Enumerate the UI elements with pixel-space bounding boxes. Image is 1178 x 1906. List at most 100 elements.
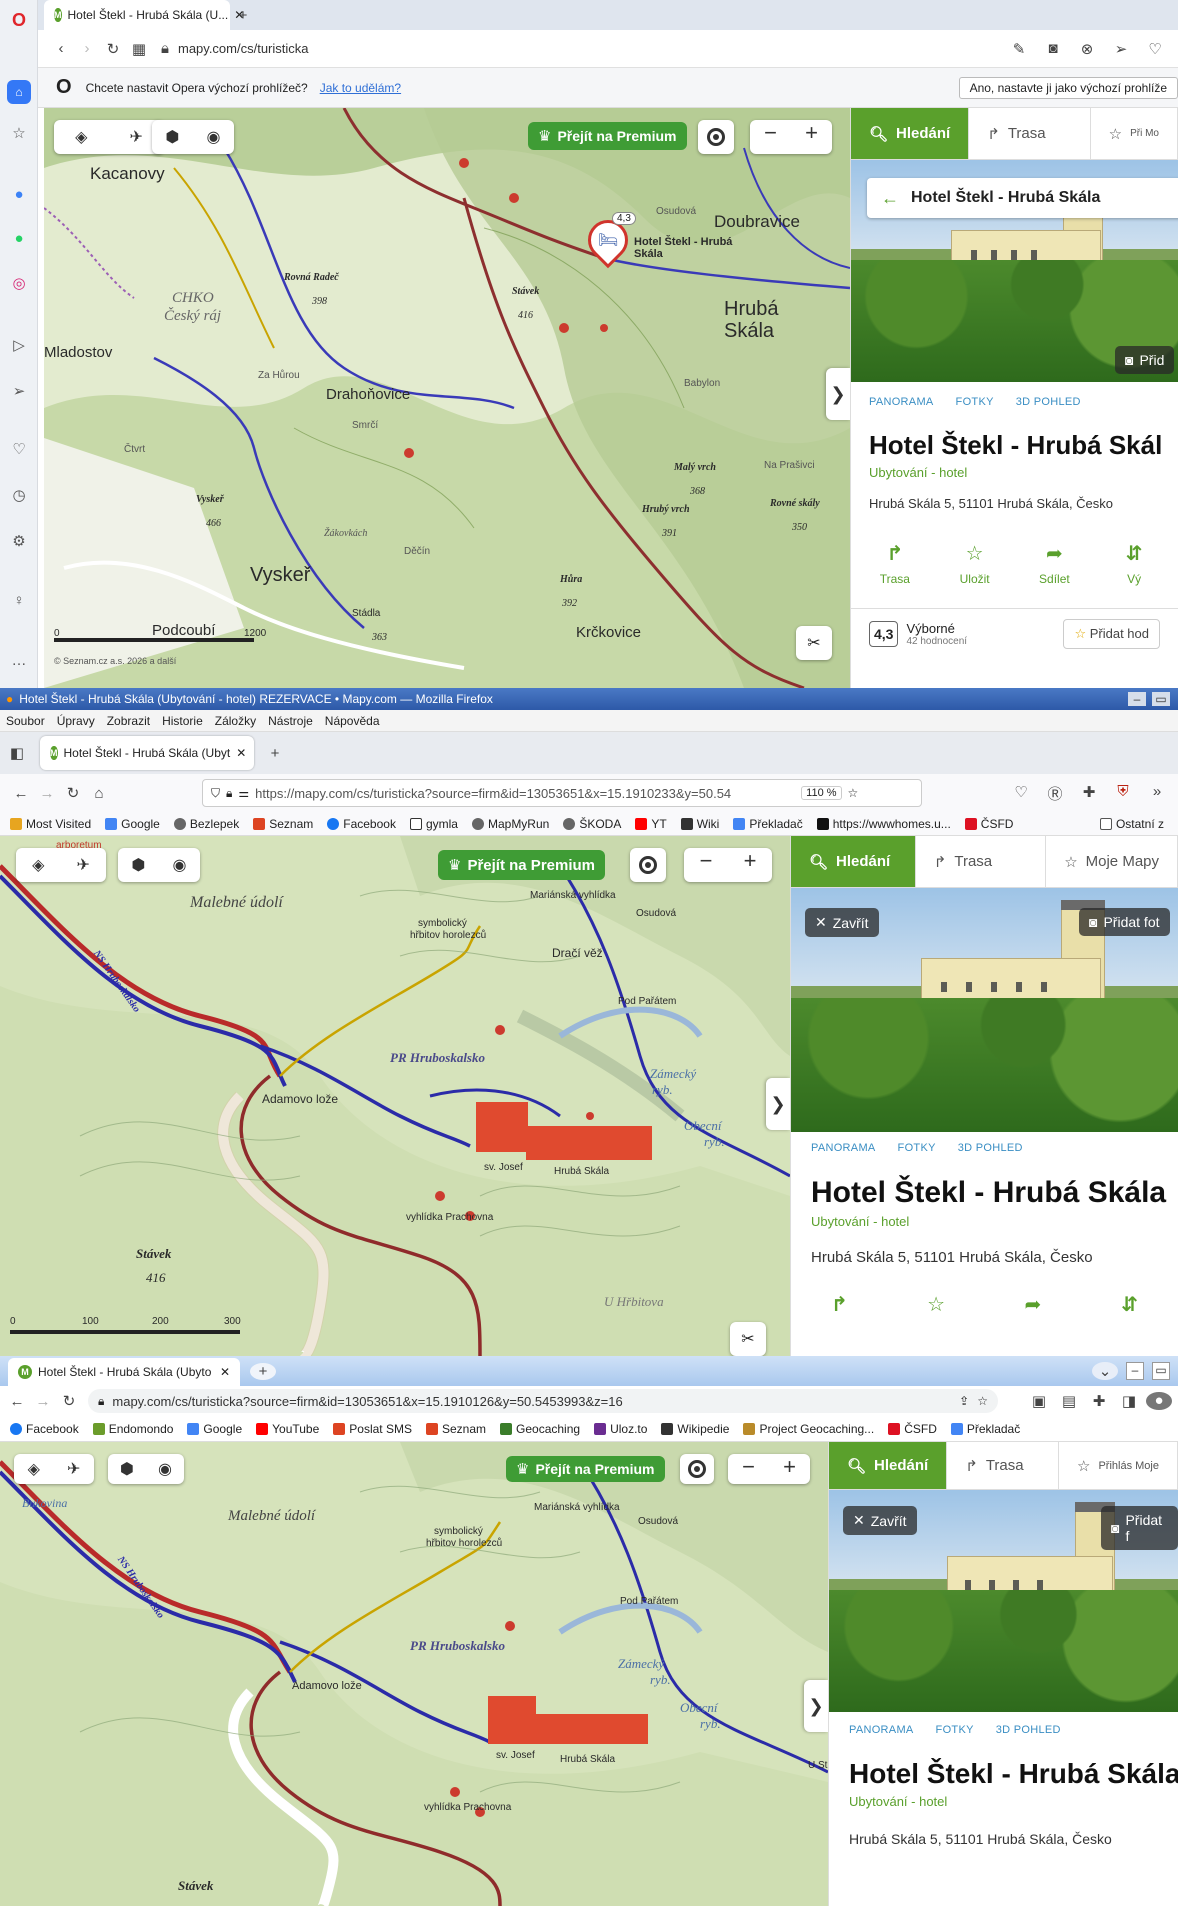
back-icon[interactable]: ← — [8, 785, 34, 802]
bookmark-star-icon[interactable]: ☆ — [848, 786, 859, 800]
locate-button[interactable] — [630, 848, 666, 882]
tabs-grid-icon[interactable]: ▦ — [126, 40, 152, 58]
cube-3d-icon[interactable]: ⬢ — [166, 127, 180, 147]
map-canvas[interactable]: ◈ ✈ ⬢ ◉ ♛ Přejít na Premium − + ❯ Kacano… — [44, 108, 850, 688]
rating-count[interactable]: 42 hodnocení — [906, 636, 967, 647]
cat-3d[interactable]: 3D POHLED — [996, 1724, 1061, 1736]
edit-icon[interactable]: ✎ — [1006, 40, 1032, 58]
add-photo-button[interactable]: ◙ Přidat f — [1101, 1506, 1178, 1550]
bookmark-item[interactable]: Geocaching — [500, 1422, 580, 1436]
reload-icon[interactable]: ↻ — [100, 40, 126, 58]
send-icon[interactable]: ➢ — [0, 382, 38, 400]
bookmark-item[interactable]: Facebook — [10, 1422, 79, 1436]
extensions-icon[interactable]: ✚ — [1076, 783, 1102, 804]
bookmark-item[interactable]: Google — [105, 817, 160, 831]
bookmark-item[interactable]: Project Geocaching... — [743, 1422, 874, 1436]
address-input[interactable]: mapy.com/cs/turisticka — [178, 41, 309, 56]
bookmark-item[interactable]: Poslat SMS — [333, 1422, 412, 1436]
zoom-in-button[interactable]: + — [791, 120, 832, 154]
more-icon[interactable]: … — [0, 652, 38, 669]
cat-3d[interactable]: 3D POHLED — [1016, 396, 1081, 408]
cat-photos[interactable]: FOTKY — [898, 1142, 936, 1154]
cat-photos[interactable]: FOTKY — [936, 1724, 974, 1736]
airplane-icon[interactable]: ✈ — [130, 127, 143, 147]
measure-button[interactable]: ✂ — [796, 626, 832, 660]
address-input[interactable]: mapy.com/cs/turisticka?source=firm&id=13… — [112, 1394, 622, 1409]
menu-history[interactable]: Historie — [162, 714, 203, 728]
cat-panorama[interactable]: PANORAMA — [849, 1724, 914, 1736]
bookmark-item[interactable]: https://wwwhomes.u... — [816, 817, 951, 831]
bookmark-item[interactable]: Seznam — [425, 1422, 486, 1436]
instagram-icon[interactable]: ◎ — [0, 274, 38, 292]
firefox-view-icon[interactable]: ◧ — [4, 744, 30, 762]
bookmark-item[interactable]: MapMyRun — [471, 817, 549, 831]
heart-bookmark-icon[interactable]: ♡ — [1142, 40, 1168, 58]
tab-hotel-stekl[interactable]: M Hotel Štekl - Hrubá Skála (Ubyto ✕ — [8, 1358, 240, 1386]
block-icon[interactable]: ⊗ — [1074, 40, 1100, 58]
hotel-photo[interactable]: ✕ Zavřít ◙ Přidat f — [829, 1490, 1178, 1712]
history-icon[interactable]: ◷ — [0, 486, 38, 504]
menu-view[interactable]: Zobrazit — [107, 714, 150, 728]
premium-button[interactable]: ♛ Přejít na Premium — [528, 122, 687, 150]
minimize-icon[interactable]: – — [1126, 1362, 1144, 1380]
cat-photos[interactable]: FOTKY — [956, 396, 994, 408]
locate-button[interactable] — [680, 1454, 714, 1484]
messenger-icon[interactable]: ● — [0, 186, 38, 203]
tab-route[interactable]: ↱ Trasa — [947, 1442, 1060, 1489]
tab-route[interactable]: ↱ Trasa — [916, 836, 1047, 887]
bookmark-item[interactable]: Google — [187, 1422, 242, 1436]
default-help-link[interactable]: Jak to udělám? — [320, 81, 401, 95]
address-bar[interactable]: 🔒︎ mapy.com/cs/turisticka?source=firm&id… — [88, 1389, 998, 1413]
reload-icon[interactable]: ↻ — [56, 1392, 82, 1410]
new-tab-icon[interactable]: + — [230, 7, 256, 24]
ublock-icon[interactable]: ⛨ — [1110, 783, 1136, 804]
cube-3d-icon[interactable]: ⬢ — [132, 855, 146, 875]
cat-3d[interactable]: 3D POHLED — [958, 1142, 1023, 1154]
opera-logo-icon[interactable]: O — [0, 10, 38, 31]
forward-icon[interactable]: → — [34, 785, 60, 802]
poi-category[interactable]: Ubytování - hotel — [851, 461, 1178, 480]
add-photo-button[interactable]: ◙ Přidat fot — [1079, 908, 1170, 936]
airplane-icon[interactable]: ✈ — [67, 1459, 80, 1479]
back-icon[interactable]: ‹ — [48, 40, 74, 57]
airplane-icon[interactable]: ✈ — [77, 855, 90, 875]
address-input[interactable]: https://mapy.com/cs/turisticka?source=fi… — [255, 786, 795, 801]
tab-my-maps[interactable]: ☆ Moje Mapy — [1046, 836, 1178, 887]
action-more[interactable]: ⇵ Vý — [1108, 541, 1160, 586]
set-default-button[interactable]: Ano, nastavte ji jako výchozí prohlíže — [958, 76, 1178, 99]
bookmark-star-icon[interactable]: ☆ — [977, 1394, 988, 1408]
camera-icon[interactable]: ◙ — [1040, 40, 1066, 58]
menu-tools[interactable]: Nástroje — [268, 714, 313, 728]
action-save[interactable]: ☆ Uložit — [949, 541, 1001, 586]
speed-dial-icon[interactable]: ☆ — [0, 124, 38, 142]
eye-icon[interactable]: ◉ — [158, 1459, 172, 1479]
back-icon[interactable]: ← — [4, 1393, 30, 1410]
map-canvas[interactable]: ◈ ✈ ⬢ ◉ ♛ Přejít na Premium − + ❯ Bukovi… — [0, 1442, 828, 1906]
action-more[interactable]: ⇵ — [1101, 1292, 1158, 1323]
bookmark-item[interactable]: ČSFD — [888, 1422, 937, 1436]
cat-panorama[interactable]: PANORAMA — [811, 1142, 876, 1154]
minimize-icon[interactable]: – — [1128, 692, 1146, 706]
maximize-icon[interactable]: ▭ — [1152, 692, 1170, 706]
panel-toggle[interactable]: ❯ — [766, 1078, 790, 1130]
home-icon[interactable]: ⌂ — [7, 80, 31, 104]
action-route[interactable]: ↱ — [811, 1292, 868, 1323]
bookmark-item[interactable]: Překladač — [950, 1422, 1020, 1436]
home-icon[interactable]: ⌂ — [86, 785, 112, 802]
hotel-photo[interactable]: ✕ Zavřít ◙ Přidat fot — [791, 888, 1178, 1132]
bulb-icon[interactable]: ♀ — [0, 592, 38, 609]
close-button[interactable]: ✕ Zavřít — [805, 908, 879, 937]
bookmark-item[interactable]: gymla — [409, 817, 458, 831]
zoom-out-button[interactable]: − — [684, 848, 728, 882]
cube-3d-icon[interactable]: ⬢ — [120, 1459, 134, 1479]
action-share[interactable]: ➦ Sdílet — [1029, 541, 1081, 586]
forward-icon[interactable]: → — [30, 1393, 56, 1410]
address-bar[interactable]: ⛉ 🔒︎ ⚌ https://mapy.com/cs/turisticka?so… — [202, 779, 922, 807]
eye-icon[interactable]: ◉ — [207, 127, 221, 147]
other-bookmarks[interactable]: Ostatní z — [1099, 817, 1164, 831]
bookmark-item[interactable]: Bezlepek — [173, 817, 239, 831]
tab-hotel-stekl[interactable]: M Hotel Štekl - Hrubá Skála (U... ✕ — [44, 0, 244, 30]
bookmark-item[interactable]: Překladač — [733, 817, 803, 831]
avatar[interactable]: ● — [1146, 1392, 1172, 1410]
back-arrow-icon[interactable]: ← — [881, 188, 899, 209]
